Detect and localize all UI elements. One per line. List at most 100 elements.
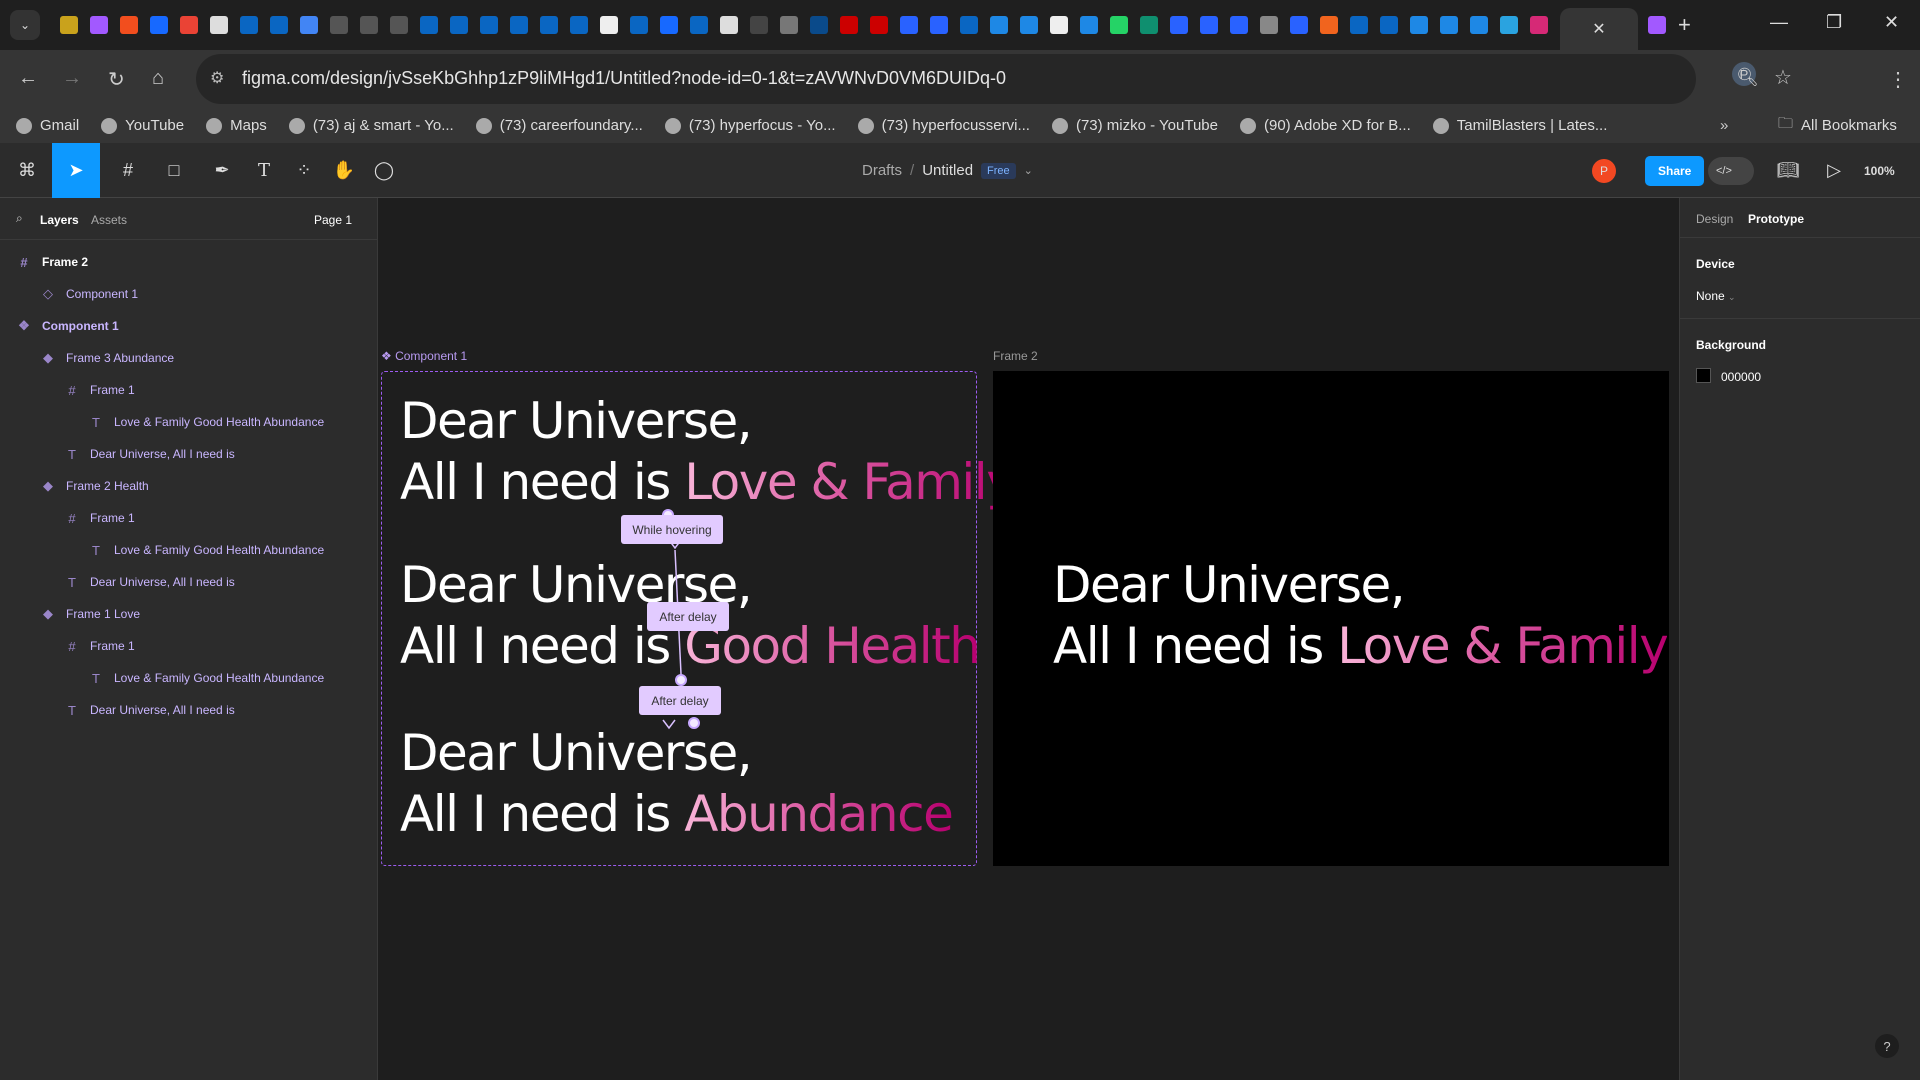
zoom-level[interactable]: 100%: [1864, 143, 1895, 198]
component-label[interactable]: ❖ Component 1: [381, 349, 467, 363]
bookmark-item[interactable]: TamilBlasters | Lates...: [1432, 117, 1607, 134]
frame-tool-icon[interactable]: #: [110, 143, 146, 198]
text-tool-icon[interactable]: T: [250, 143, 278, 198]
layer-item[interactable]: T Love & Family Good Health Abundance: [88, 540, 324, 560]
frame-2[interactable]: Dear Universe, All I need is Love & Fami…: [993, 371, 1669, 866]
interaction-after-delay-2[interactable]: After delay: [639, 686, 721, 715]
background-swatch[interactable]: [1696, 368, 1711, 383]
bookmark-item[interactable]: (73) hyperfocus - Yo...: [664, 117, 836, 134]
url-field[interactable]: ⚙ figma.com/design/jvSseKbGhhp1zP9liMHgd…: [196, 54, 1792, 104]
bookmark-star-icon[interactable]: ☆: [1774, 65, 1792, 90]
video-tab-icon[interactable]: [990, 16, 1008, 34]
background-hex-input[interactable]: 000000: [1721, 370, 1761, 384]
page-selector[interactable]: Page 1: [314, 213, 352, 227]
bookmark-item[interactable]: (73) mizko - YouTube: [1051, 117, 1218, 134]
linkedin-tab-icon[interactable]: [630, 16, 648, 34]
layer-item[interactable]: T Love & Family Good Health Abundance: [88, 412, 324, 432]
figma-tab-icon[interactable]: [1648, 16, 1666, 34]
interaction-after-delay-1[interactable]: After delay: [647, 602, 729, 631]
more-bookmarks-icon[interactable]: »: [1720, 117, 1728, 134]
file-name[interactable]: Untitled: [922, 162, 973, 179]
layer-item[interactable]: # Frame 1: [64, 636, 134, 656]
site-tab-icon[interactable]: [720, 16, 738, 34]
connection-handle[interactable]: [675, 674, 687, 686]
site-tab-icon[interactable]: [1170, 16, 1188, 34]
site-tab-icon[interactable]: [1140, 16, 1158, 34]
video-tab-icon[interactable]: [1470, 16, 1488, 34]
library-icon[interactable]: 📖︎: [1776, 143, 1800, 198]
calendar-tab-icon[interactable]: [300, 16, 318, 34]
restore-button[interactable]: ❐: [1826, 12, 1842, 33]
device-select[interactable]: None ⌄: [1696, 289, 1736, 303]
help-button[interactable]: ?: [1875, 1034, 1899, 1058]
video-tab-icon[interactable]: [1080, 16, 1098, 34]
bookmark-item[interactable]: (73) careerfoundary...: [475, 117, 643, 134]
layer-item[interactable]: T Love & Family Good Health Abundance: [88, 668, 324, 688]
interaction-while-hovering[interactable]: While hovering: [621, 515, 723, 544]
tm-tab-icon[interactable]: [870, 16, 888, 34]
site-tab-icon[interactable]: [330, 16, 348, 34]
linkedin-tab-icon[interactable]: [510, 16, 528, 34]
behance-tab-icon[interactable]: [150, 16, 168, 34]
video-tab-icon[interactable]: [1440, 16, 1458, 34]
bookmark-item[interactable]: YouTube: [101, 117, 184, 134]
connection-handle[interactable]: [688, 717, 700, 729]
site-tab-icon[interactable]: [750, 16, 768, 34]
tab-design[interactable]: Design: [1696, 212, 1733, 226]
linkedin-tab-icon[interactable]: [1380, 16, 1398, 34]
frame2-label[interactable]: Frame 2: [993, 349, 1038, 363]
zoom-icon[interactable]: 🔍︎: [1736, 67, 1759, 88]
reload-icon[interactable]: ↻: [108, 67, 125, 92]
search-layers-icon[interactable]: ⌕: [16, 211, 23, 226]
bookmark-item[interactable]: (90) Adobe XD for B...: [1240, 117, 1411, 134]
breadcrumb-drafts[interactable]: Drafts: [862, 162, 902, 179]
telegram-tab-icon[interactable]: [1500, 16, 1518, 34]
tm-tab-icon[interactable]: [840, 16, 858, 34]
bookmark-item[interactable]: (73) aj & smart - Yo...: [288, 117, 454, 134]
url-text[interactable]: figma.com/design/jvSseKbGhhp1zP9liMHgd1/…: [242, 68, 1006, 89]
extension-tab-icon[interactable]: [60, 16, 78, 34]
layer-item[interactable]: ◇ Component 1: [40, 284, 138, 304]
instagram-tab-icon[interactable]: [1530, 16, 1548, 34]
close-window-button[interactable]: ✕: [1884, 12, 1899, 33]
etsy-tab-icon[interactable]: [1320, 16, 1338, 34]
layer-item[interactable]: T Dear Universe, All I need is: [64, 700, 235, 720]
site-info-icon[interactable]: ⚙: [210, 68, 224, 88]
linkedin-tab-icon[interactable]: [420, 16, 438, 34]
layer-item[interactable]: ◆ Frame 2 Health: [40, 476, 149, 496]
layer-item[interactable]: T Dear Universe, All I need is: [64, 444, 235, 464]
share-button[interactable]: Share: [1645, 155, 1705, 186]
tab-search-button[interactable]: ⌄: [10, 10, 40, 40]
video-tab-icon[interactable]: [1410, 16, 1428, 34]
linkedin-tab-icon[interactable]: [1350, 16, 1368, 34]
layer-item[interactable]: ◆ Frame 1 Love: [40, 604, 140, 624]
linkedin-tab-icon[interactable]: [540, 16, 558, 34]
site-tab-icon[interactable]: [900, 16, 918, 34]
linkedin-tab-icon[interactable]: [570, 16, 588, 34]
all-bookmarks[interactable]: 🗀 All Bookmarks: [1778, 113, 1897, 138]
tab-layers[interactable]: Layers: [40, 213, 79, 227]
hand-tool-icon[interactable]: ✋: [330, 143, 358, 198]
layer-item[interactable]: # Frame 1: [64, 508, 134, 528]
layer-item[interactable]: # Frame 2: [16, 252, 88, 272]
back-icon[interactable]: ←: [18, 67, 38, 90]
linkedin-tab-icon[interactable]: [960, 16, 978, 34]
tab-prototype[interactable]: Prototype: [1748, 212, 1804, 226]
layer-item[interactable]: # Frame 1: [64, 380, 134, 400]
gmail-tab-icon[interactable]: [180, 16, 198, 34]
present-icon[interactable]: ▷: [1822, 143, 1846, 198]
bookmark-item[interactable]: Gmail: [16, 117, 79, 134]
shape-tool-icon[interactable]: □: [156, 143, 192, 198]
site-tab-icon[interactable]: [930, 16, 948, 34]
component-set[interactable]: Dear Universe, All I need is Love & Fami…: [381, 371, 1016, 866]
site-tab-icon[interactable]: [1230, 16, 1248, 34]
openai-tab-icon[interactable]: [1050, 16, 1068, 34]
dev-mode-toggle[interactable]: </>: [1708, 156, 1754, 185]
minimize-button[interactable]: —: [1770, 12, 1788, 33]
site-tab-icon[interactable]: [780, 16, 798, 34]
figma-tab-icon[interactable]: [120, 16, 138, 34]
comment-tool-icon[interactable]: ◯: [370, 143, 398, 198]
layer-item[interactable]: T Dear Universe, All I need is: [64, 572, 235, 592]
site-tab-icon[interactable]: [390, 16, 408, 34]
pen-tool-icon[interactable]: ✒: [204, 143, 240, 198]
